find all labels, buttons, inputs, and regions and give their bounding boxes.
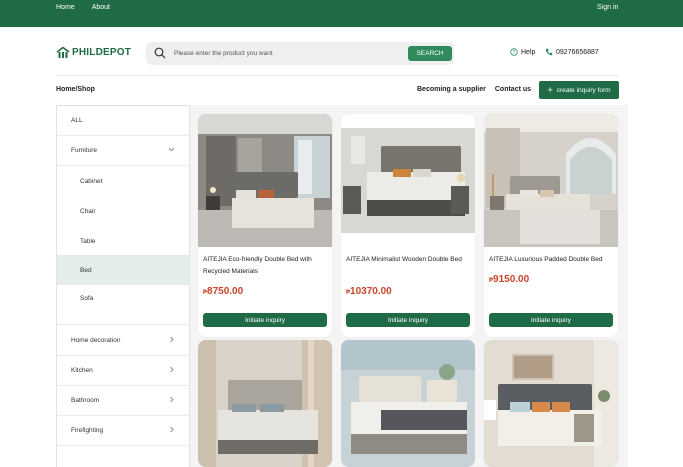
product-title[interactable]: AITEJIA Luxurious Padded Double Bed xyxy=(489,254,615,266)
sidebar-item-label: Bathroom xyxy=(71,397,100,404)
initiate-inquiry-button[interactable]: Initiate inquiry xyxy=(346,313,470,327)
plus-icon: + xyxy=(547,84,553,95)
sidebar-item-label: Firefighting xyxy=(71,427,104,434)
sub-nav-bar: Home/Shop Becoming a supplier Contact us… xyxy=(0,76,683,104)
house-logo-icon xyxy=(56,47,70,58)
help-circle-icon: ? xyxy=(510,48,518,56)
sidebar-item-label: Furniture xyxy=(71,147,98,154)
product-title[interactable]: AITEJIA Eco-friendly Double Bed with Rec… xyxy=(203,254,329,278)
product-price: ₱8750.00 xyxy=(203,286,243,297)
sidebar-item-all[interactable]: ALL xyxy=(57,106,189,136)
sidebar-item-label: Chair xyxy=(80,207,96,215)
initiate-inquiry-button[interactable]: Initiate inquiry xyxy=(489,313,613,327)
sidebar-item-label: ALL xyxy=(71,117,83,124)
product-grid: AITEJIA Eco-friendly Double Bed with Rec… xyxy=(190,105,628,467)
becoming-supplier-link[interactable]: Becoming a supplier xyxy=(417,86,486,93)
chevron-right-icon xyxy=(170,426,174,433)
sidebar-item-cabinet[interactable]: Cabinet xyxy=(57,166,189,196)
search-icon xyxy=(154,47,166,59)
logo-text: PHILDEPOT xyxy=(72,47,132,58)
product-image[interactable] xyxy=(484,340,618,467)
product-title[interactable]: AITEJIA Minimalist Wooden Double Bed xyxy=(346,254,472,266)
top-nav: Home About xyxy=(56,4,110,11)
top-nav-bar: Home About Sign in xyxy=(0,0,683,27)
price-value: 10370.00 xyxy=(350,286,392,297)
site-logo[interactable]: PHILDEPOT xyxy=(56,47,131,58)
sidebar-item-table[interactable]: Table xyxy=(57,226,189,256)
product-price: ₱9150.00 xyxy=(489,274,529,285)
sidebar-item-bathroom[interactable]: Bathroom xyxy=(57,386,189,416)
sign-in-link[interactable]: Sign in xyxy=(597,4,618,11)
phone-number: 09276656887 xyxy=(556,48,599,56)
svg-text:?: ? xyxy=(513,50,516,56)
chevron-right-icon xyxy=(170,336,174,343)
phone-icon xyxy=(545,48,553,56)
price-value: 9150.00 xyxy=(493,274,530,285)
product-card[interactable] xyxy=(484,340,618,467)
product-card[interactable]: AITEJIA Eco-friendly Double Bed with Rec… xyxy=(198,114,332,337)
sidebar-item-label: Table xyxy=(80,237,96,245)
price-value: 8750.00 xyxy=(207,286,244,297)
sidebar-item-chair[interactable]: Chair xyxy=(57,196,189,226)
product-card[interactable] xyxy=(341,340,475,467)
product-image[interactable] xyxy=(198,114,332,247)
sidebar-item-label: Cabinet xyxy=(80,177,103,185)
phone-contact[interactable]: 09276656887 xyxy=(545,48,599,56)
sidebar-item-sofa[interactable]: Sofa xyxy=(57,285,189,325)
product-card[interactable] xyxy=(198,340,332,467)
nav-about-link[interactable]: About xyxy=(92,4,110,11)
sidebar-item-furniture[interactable]: Furniture xyxy=(57,136,189,166)
product-image[interactable] xyxy=(484,114,618,247)
help-label: Help xyxy=(521,48,536,56)
create-inquiry-label: create inquiry form xyxy=(556,86,611,94)
product-image[interactable] xyxy=(198,340,332,467)
header: PHILDEPOT SEARCH ? Help 09276656887 xyxy=(0,27,683,75)
breadcrumb[interactable]: Home/Shop xyxy=(56,86,95,93)
product-image[interactable] xyxy=(341,340,475,467)
chevron-right-icon xyxy=(170,366,174,373)
sidebar-item-firefighting[interactable]: Firefighting xyxy=(57,416,189,446)
chevron-down-icon xyxy=(168,147,175,152)
category-sidebar: ALL Furniture Cabinet Chair Table Bed So… xyxy=(56,105,190,467)
sidebar-item-home-decoration[interactable]: Home decoration xyxy=(57,326,189,356)
search-bar: SEARCH xyxy=(146,42,454,65)
initiate-inquiry-button[interactable]: Initiate inquiry xyxy=(203,313,327,327)
help-link[interactable]: ? Help xyxy=(510,48,535,56)
sidebar-item-label: Home decoration xyxy=(71,337,121,344)
create-inquiry-button[interactable]: + create inquiry form xyxy=(539,81,619,99)
search-button[interactable]: SEARCH xyxy=(408,46,452,61)
nav-home-link[interactable]: Home xyxy=(56,4,75,11)
sidebar-item-label: Kitchen xyxy=(71,367,93,374)
sidebar-item-label: Bed xyxy=(80,266,92,274)
product-card[interactable]: AITEJIA Minimalist Wooden Double Bed ₱10… xyxy=(341,114,475,337)
sidebar-item-label: Sofa xyxy=(80,295,94,302)
sidebar-item-kitchen[interactable]: Kitchen xyxy=(57,356,189,386)
contact-us-link[interactable]: Contact us xyxy=(495,86,531,93)
search-input[interactable] xyxy=(174,46,404,60)
chevron-right-icon xyxy=(170,396,174,403)
sidebar-item-bed[interactable]: Bed xyxy=(57,255,189,285)
product-card[interactable]: AITEJIA Luxurious Padded Double Bed ₱915… xyxy=(484,114,618,337)
sub-nav-links: Becoming a supplier Contact us xyxy=(417,86,531,93)
product-image[interactable] xyxy=(341,114,475,247)
product-price: ₱10370.00 xyxy=(346,286,392,297)
